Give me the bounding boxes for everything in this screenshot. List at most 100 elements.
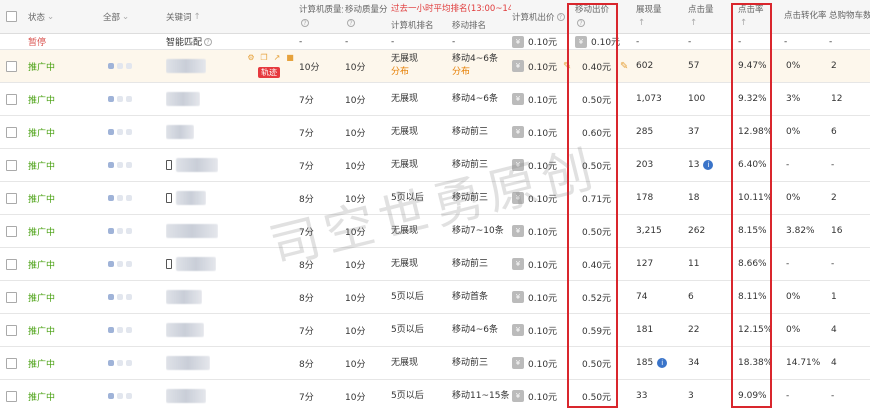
pc-bid-cell[interactable]: ¥0.10元 [512, 182, 557, 214]
delete-icon[interactable]: ■ [285, 53, 295, 63]
mobile-bid-cell[interactable]: ¥0.10元 [575, 34, 620, 49]
status-active[interactable]: 推广中 [28, 258, 55, 271]
pencil-icon[interactable]: ✎ [620, 61, 628, 72]
mobile-rank-cell: - [452, 36, 456, 47]
mobile-bid-cell[interactable]: 0.60元 [582, 116, 611, 148]
row-checkbox[interactable] [6, 281, 20, 313]
pc-bid-value: 0.10元 [528, 62, 558, 73]
status-active[interactable]: 推广中 [28, 291, 55, 304]
pc-bid-cell[interactable]: ¥0.10元 [512, 149, 557, 181]
clicks-value: 18 [688, 193, 700, 203]
mobile-bid-cell[interactable]: 0.50元 [582, 347, 611, 379]
status-active[interactable]: 推广中 [28, 390, 55, 403]
mobile-bid-cell[interactable]: 0.50元 [582, 149, 611, 181]
pc-bid-cell[interactable]: ¥0.10元 [512, 34, 557, 49]
pc-quality-cell: 8分 [299, 260, 314, 271]
status-active[interactable]: 推广中 [28, 225, 55, 238]
mobile-bid-cell[interactable]: 0.50元 [582, 83, 611, 115]
pc-quality-header[interactable]: 计算机质量分? [299, 0, 343, 33]
pencil-icon[interactable]: ✎ [563, 61, 571, 72]
status-cell: 推广中 [28, 248, 55, 280]
pc-bid-cell[interactable]: ¥0.10元 [512, 248, 557, 280]
mobile-bid-cell[interactable]: 0.50元 [582, 215, 611, 247]
clicks-value: 100 [688, 94, 706, 104]
status-active[interactable]: 推广中 [28, 126, 55, 139]
keyword-text: 智能匹配 [166, 38, 203, 48]
mobile-bid-cell[interactable]: 0.52元 [582, 281, 611, 313]
pc-bid-cell[interactable]: ¥0.10元 [512, 83, 557, 115]
pc-rank-distribution-link[interactable]: 分布 [391, 66, 409, 79]
row-checkbox[interactable] [6, 215, 20, 247]
row-checkbox[interactable] [6, 314, 20, 346]
chart-icon[interactable]: ↗ [272, 53, 282, 63]
pc-bid-cell[interactable]: ¥0.10元 ✎ [512, 50, 571, 82]
keyword-cell[interactable] [166, 83, 200, 115]
keyword-cell[interactable] [166, 380, 206, 411]
info-icon[interactable]: i [657, 358, 668, 368]
status-active[interactable]: 推广中 [28, 192, 55, 205]
impressions-header[interactable]: 展现量 ↑ [636, 0, 684, 33]
status-active[interactable]: 推广中 [28, 159, 55, 172]
keyword-cell[interactable] [166, 50, 206, 82]
keyword-cell[interactable] [166, 149, 218, 181]
row-checkbox[interactable] [6, 182, 20, 214]
gear-icon[interactable]: ⚙ [246, 53, 256, 63]
copy-icon[interactable]: ❐ [259, 53, 269, 63]
keyword-cell[interactable] [166, 182, 206, 214]
row-checkbox[interactable] [6, 116, 20, 148]
info-icon[interactable]: i [703, 160, 714, 170]
status-paused[interactable]: 暂停 [28, 35, 46, 48]
mobile-bid-cell[interactable]: 0.59元 [582, 314, 611, 346]
row-checkbox[interactable] [6, 380, 20, 411]
keyword-cell[interactable] [166, 347, 210, 379]
pc-bid-cell[interactable]: ¥0.10元 [512, 347, 557, 379]
keyword-cell[interactable] [166, 215, 218, 247]
mobile-bid-value: 0.10元 [591, 38, 621, 48]
ctr-header[interactable]: 点击率 ↑ [738, 0, 782, 33]
status-filter[interactable]: 状态 ⌄ [28, 0, 88, 33]
row-checkbox[interactable] [6, 347, 20, 379]
mobile-bid-cell[interactable]: 0.40元 [582, 50, 611, 82]
mobile-bid-cell[interactable]: 0.50元 [582, 380, 611, 411]
keyword-sort[interactable]: 关键词 ↑ [166, 0, 296, 33]
keyword-cell[interactable] [166, 281, 202, 313]
mobile-quality-header[interactable]: 移动质量分? [345, 0, 391, 33]
clicks-value: 6 [688, 292, 694, 302]
status-active[interactable]: 推广中 [28, 93, 55, 106]
keyword-cell[interactable] [166, 116, 194, 148]
pc-bid-header[interactable]: 计算机出价? [512, 0, 572, 33]
mobile-bid-cell[interactable]: 0.71元 [582, 182, 611, 214]
row-checkbox[interactable] [6, 50, 20, 82]
select-all-checkbox[interactable] [6, 0, 20, 33]
all-filter[interactable]: 全部 ⌄ [103, 0, 158, 33]
status-active[interactable]: 推广中 [28, 357, 55, 370]
row-checkbox[interactable] [6, 149, 20, 181]
mobile-rank-distribution-link[interactable]: 分布 [452, 66, 470, 79]
pc-bid-cell[interactable]: ¥0.10元 [512, 314, 557, 346]
pc-bid-cell[interactable]: ¥0.10元 [512, 281, 557, 313]
mobile-bid-header[interactable]: 移动出价? [575, 0, 623, 33]
carts-header[interactable]: 总购物车数 [829, 0, 870, 33]
blurred-keyword [166, 356, 210, 370]
impressions-cell: 127 [636, 248, 653, 280]
question-circle-icon: ? [347, 18, 355, 27]
pc-bid-cell[interactable]: ¥0.10元 [512, 116, 557, 148]
row-checkbox[interactable] [6, 83, 20, 115]
impressions-value: 33 [636, 391, 648, 401]
keyword-cell[interactable] [166, 314, 204, 346]
pc-bid-cell[interactable]: ¥0.10元 [512, 215, 557, 247]
cvr-header[interactable]: 点击转化率 [784, 0, 828, 33]
carts-cell: 1 [831, 292, 837, 302]
mobile-rank-value: 移动前三 [452, 357, 489, 368]
trajectory-tag[interactable]: 轨迹 [258, 67, 280, 78]
status-active[interactable]: 推广中 [28, 60, 55, 73]
clicks-header[interactable]: 点击量 ↑ [688, 0, 732, 33]
impressions-cell: 178 [636, 182, 653, 214]
status-active[interactable]: 推广中 [28, 324, 55, 337]
pc-bid-cell[interactable]: ¥0.10元 [512, 380, 557, 411]
cvr-cell: 0% [786, 292, 801, 302]
mobile-quality-cell: 10分 [345, 161, 366, 172]
mobile-bid-cell[interactable]: 0.40元 [582, 248, 611, 280]
keyword-cell[interactable] [166, 248, 216, 280]
row-checkbox[interactable] [6, 248, 20, 280]
